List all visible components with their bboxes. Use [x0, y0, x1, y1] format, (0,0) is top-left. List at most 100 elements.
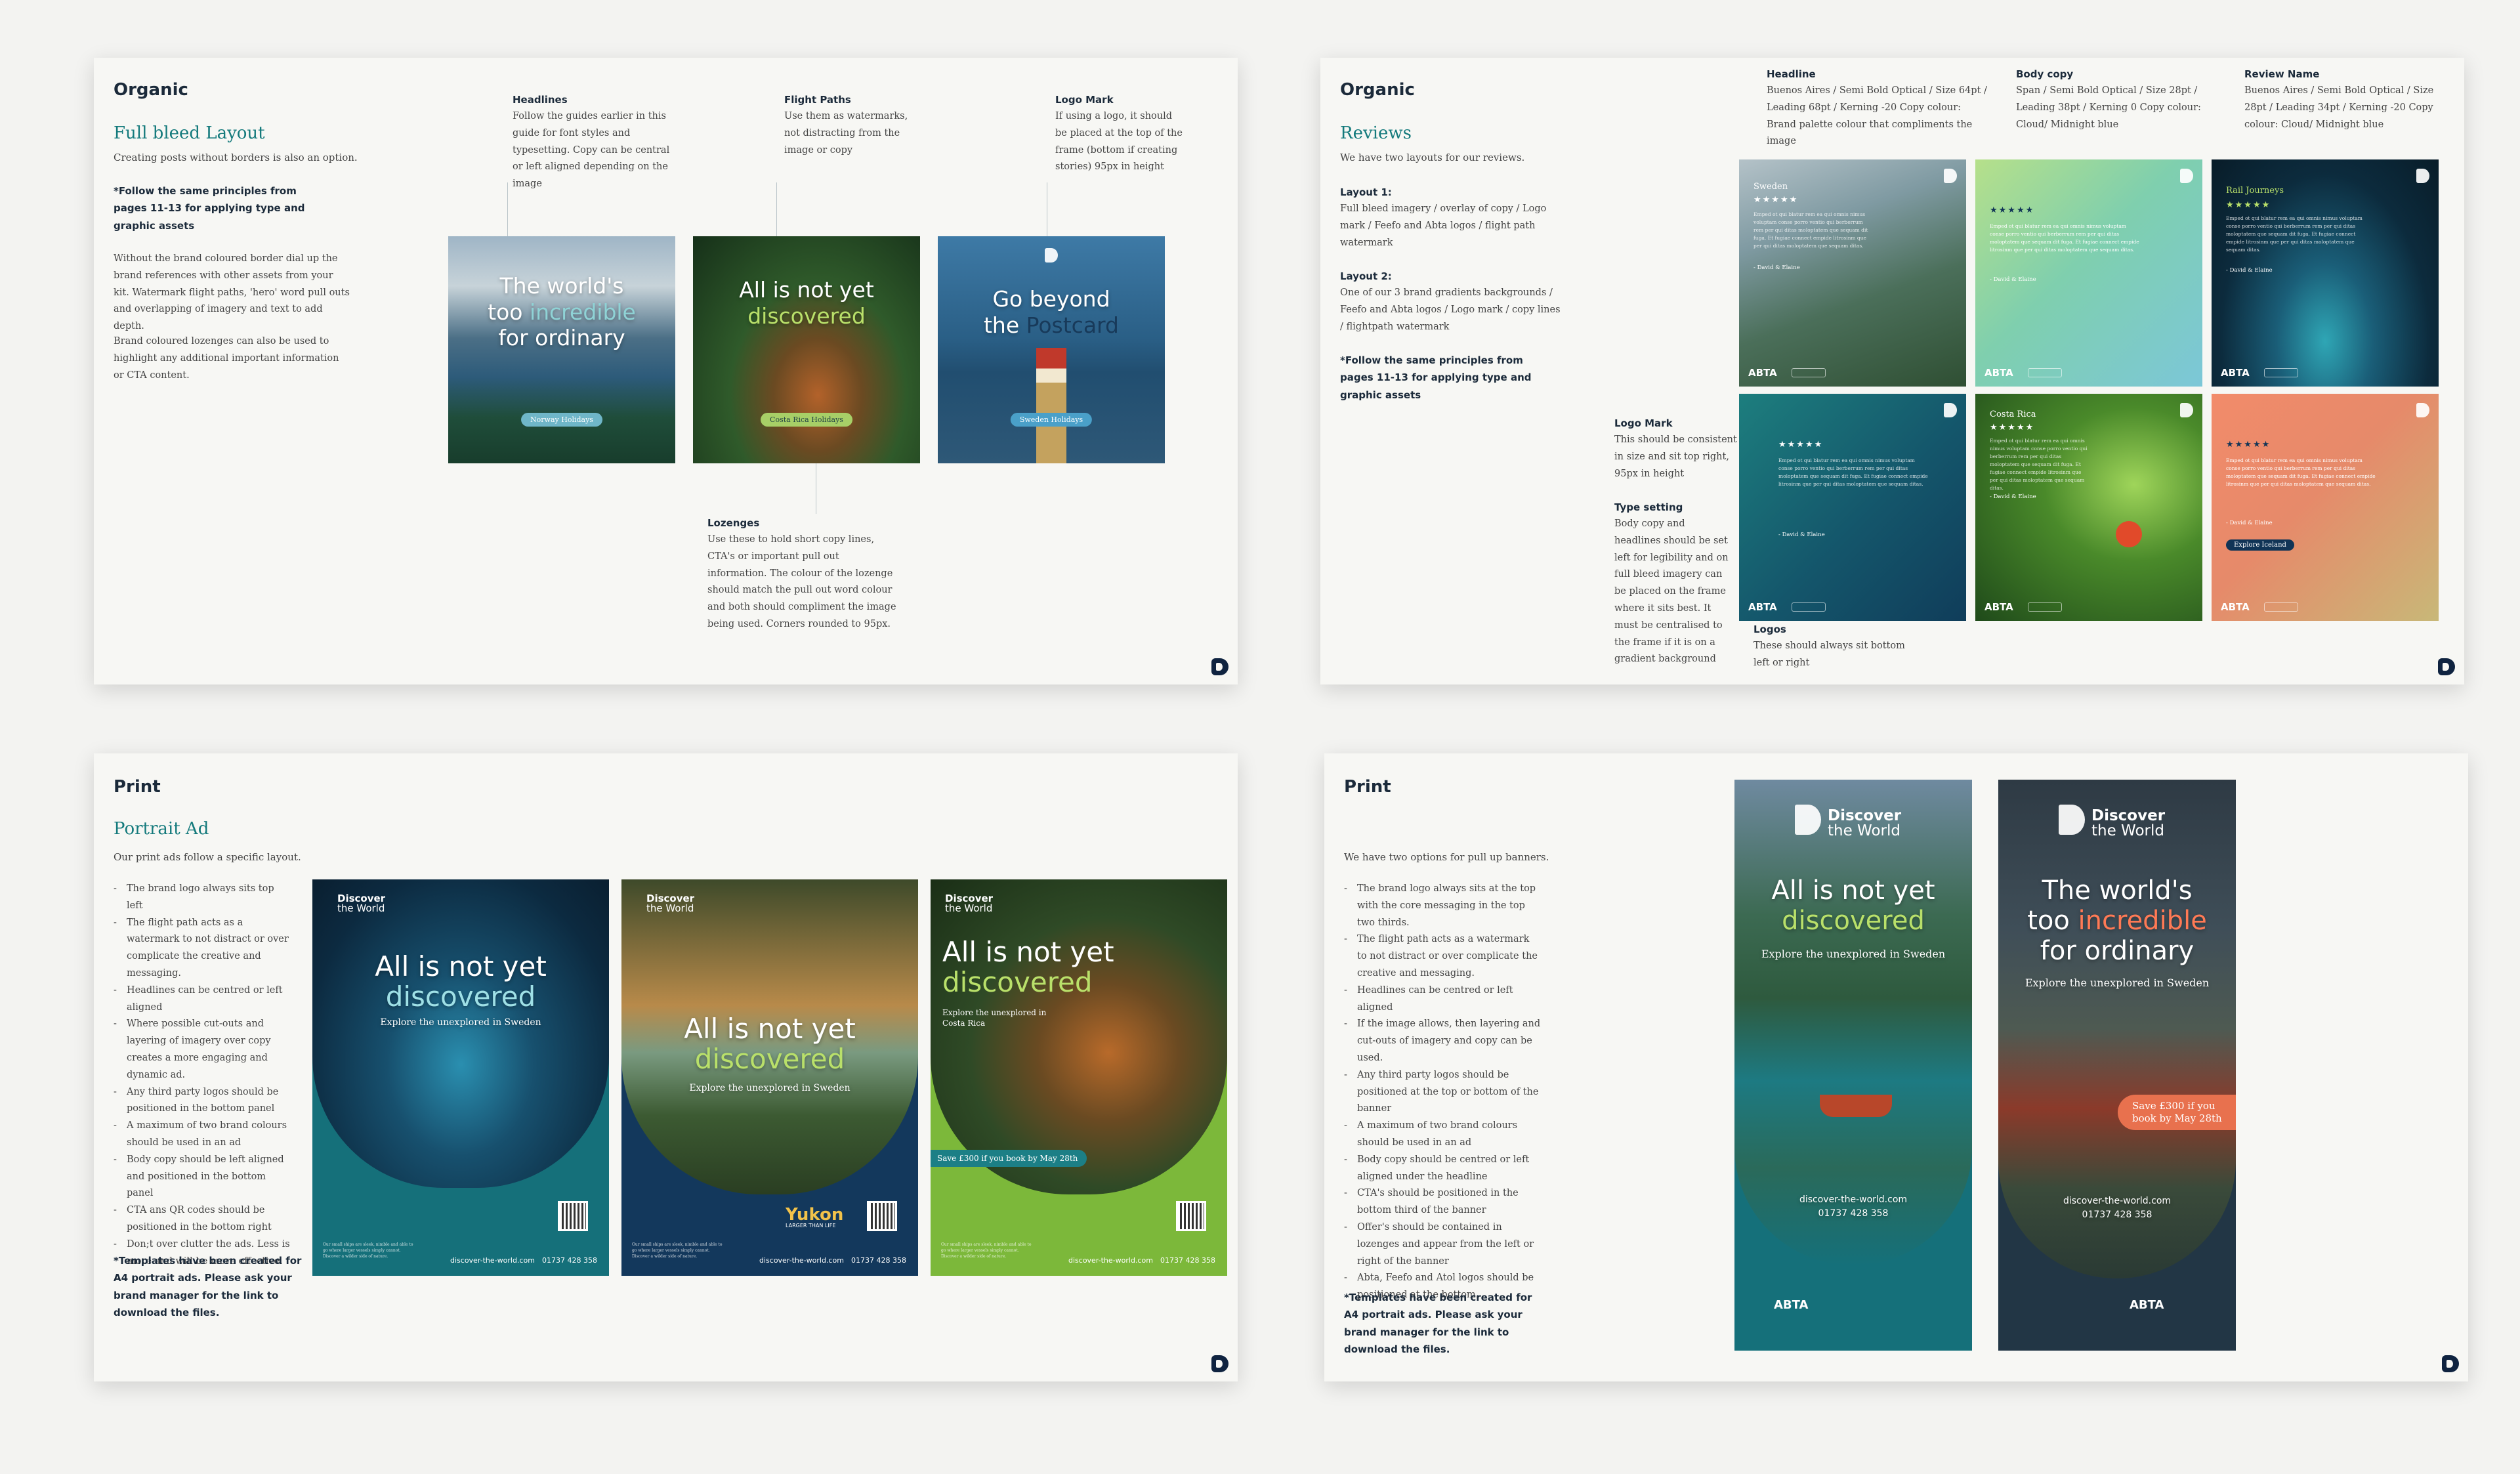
- text-line: discovered: [1782, 906, 1925, 936]
- section-label: Organic: [114, 80, 188, 100]
- page-print-portrait-ad: Print Portrait Ad Our print ads follow a…: [94, 753, 1238, 1381]
- print-ad-yukon: Discover the World All is not yet discove…: [621, 879, 918, 1276]
- text-line: Logos: [1754, 623, 1786, 635]
- text-line: discover-the-world.com: [450, 1256, 535, 1265]
- feefo-badge: [2028, 602, 2062, 612]
- annotation-flight-paths: Flight Paths Use them as watermarks, not…: [784, 94, 915, 159]
- banner-contact: discover-the-world.com 01737 428 358: [1998, 1194, 2236, 1222]
- intro-text: Our print ads follow a specific layout.: [114, 851, 301, 863]
- banner-contact: discover-the-world.com 01737 428 358: [1734, 1193, 1972, 1221]
- rating-stars: ★★★★★: [1754, 195, 1799, 205]
- text-line: Emped ot qui blatur rem ea qui omnis nim…: [1990, 223, 2139, 253]
- text-line: - David & Elaine: [1990, 494, 2036, 500]
- guidelines-list: The brand logo always sits top left The …: [114, 881, 292, 1270]
- social-tile-norway: The world's too incredible for ordinary …: [448, 236, 675, 463]
- banner-headline: All is not yet discovered: [1734, 875, 1972, 936]
- logo-mark-icon: [2059, 805, 2085, 835]
- text-line: LARGER THAN LIFE: [786, 1223, 836, 1229]
- page-print-banners: Print We have two options for pull up ba…: [1324, 753, 2468, 1381]
- ad-headline: All is not yet discovered: [621, 1013, 918, 1074]
- ad-footer: Our small ships are sleek, nimble and ab…: [312, 1236, 609, 1276]
- feefo-badge: [2264, 602, 2298, 612]
- tile-headline: The world's too incredible for ordinary: [448, 273, 675, 351]
- text-line: Postcard: [1026, 312, 1119, 338]
- text-line: Any third party logos should be position…: [114, 1084, 292, 1118]
- lighthouse-image: [1036, 348, 1066, 463]
- feefo-badge: [1792, 368, 1826, 377]
- section-label: Print: [114, 777, 161, 797]
- text-line: Body copy should be centred or left alig…: [1344, 1152, 1541, 1186]
- ad-subline: Explore the unexplored in Sweden: [380, 1017, 541, 1028]
- text-line: 01737 428 358: [1818, 1208, 1889, 1219]
- banner-subline: Explore the unexplored in Sweden: [1761, 948, 1946, 960]
- banner-headline: The world's too incredible for ordinary: [1998, 875, 2236, 966]
- text-line: Flight Paths: [784, 94, 851, 106]
- annotation-lozenges: Lozenges Use these to hold short copy li…: [707, 517, 898, 633]
- ad-hero-image: [312, 879, 609, 1188]
- brand-corner-logo-icon: [1211, 1355, 1228, 1372]
- review-card: Costa Rica ★★★★★ Emped ot qui blatur rem…: [1975, 394, 2202, 621]
- text-line: Review Name: [2244, 68, 2320, 80]
- abta-logo: ABTA: [2221, 367, 2250, 379]
- text-line: discovered: [747, 303, 866, 329]
- spec-headline: Headline Buenos Aires / Semi Bold Optica…: [1767, 68, 2003, 150]
- section-label: Organic: [1340, 80, 1415, 100]
- annotation-type-setting: Type setting Body copy and headlines sho…: [1614, 501, 1732, 668]
- text-line: Headlines: [513, 94, 568, 106]
- text-line: The brand logo always sits at the top wi…: [1344, 881, 1541, 931]
- text-line: incredible: [529, 299, 636, 325]
- rating-stars: ★★★★★: [1778, 440, 1824, 450]
- text-line: the World: [337, 902, 385, 914]
- brand-logo: Discover the World: [945, 894, 993, 914]
- abta-logo: ABTA: [1984, 601, 2013, 613]
- text-line: All is not yet: [739, 277, 874, 303]
- text-line: Headlines can be centred or left aligned: [114, 982, 292, 1017]
- text-line: 01737 428 358: [2082, 1210, 2152, 1220]
- text-line: Headline: [1767, 68, 1816, 80]
- ad-footer: Our small ships are sleek, nimble and ab…: [621, 1236, 918, 1276]
- spec-review-name: Review Name Buenos Aires / Semi Bold Opt…: [2244, 68, 2454, 133]
- feefo-badge: [1792, 602, 1826, 612]
- lozenge-norway: Norway Holidays: [521, 413, 602, 427]
- body-paragraph-2: Brand coloured lozenges can also be used…: [114, 336, 339, 381]
- text-line: Use them as watermarks, not distracting …: [784, 111, 908, 156]
- abta-logo: ABTA: [1774, 1298, 1809, 1312]
- text-line: Headlines can be centred or left aligned: [1344, 982, 1541, 1017]
- text-line: All is not yet: [1771, 875, 1935, 906]
- annotation-logos: Logos These should always sit bottom lef…: [1754, 623, 1911, 672]
- layout-1-text: Full bleed imagery / overlay of copy / L…: [1340, 203, 1547, 248]
- text-line: Go beyond: [992, 286, 1110, 312]
- page-organic-reviews: Organic Reviews We have two layouts for …: [1320, 58, 2464, 684]
- frog-image: [2116, 521, 2142, 547]
- feefo-badge: [2028, 368, 2062, 377]
- text-line: Logo Mark: [1055, 94, 1114, 106]
- text-line: All is not yet: [375, 950, 547, 982]
- text-line: The flight path acts as a watermark to n…: [114, 915, 292, 982]
- text-line: Follow the guides earlier in this guide …: [513, 111, 670, 190]
- logo-mark-icon: [2180, 403, 2193, 417]
- text-line: 01737 428 358: [542, 1256, 597, 1265]
- brand-logo: Discover the World: [2091, 809, 2165, 839]
- qr-code: [1176, 1201, 1206, 1231]
- rating-stars: ★★★★★: [1990, 205, 2035, 215]
- text-line: - David & Elaine: [1754, 264, 1800, 271]
- logo-mark-icon: [2180, 169, 2193, 183]
- intro-text: We have two options for pull up banners.: [1344, 851, 1549, 863]
- ad-footer: Our small ships are sleek, nimble and ab…: [931, 1236, 1227, 1276]
- text-line: Emped ot qui blatur rem ea qui omnis nim…: [2226, 457, 2376, 487]
- text-line: Body copy: [2016, 68, 2074, 80]
- text-line: Costa Rica: [1990, 410, 2036, 419]
- text-line: Emped ot qui blatur rem ea qui omnis nim…: [1990, 438, 2088, 491]
- review-card: ★★★★★ Emped ot qui blatur rem ea qui omn…: [2212, 394, 2439, 621]
- principles-note: *Follow the same principles from pages 1…: [114, 185, 305, 232]
- text-line: the World: [945, 902, 993, 914]
- intro-text: We have two layouts for our reviews.: [1340, 152, 1525, 163]
- text-line: for ordinary: [498, 325, 625, 351]
- text-line: The flight path acts as a watermark to n…: [1344, 931, 1541, 982]
- text-line: discover-the-world.com: [1068, 1256, 1153, 1265]
- text-line: Emped ot qui blatur rem ea qui omnis nim…: [1754, 211, 1868, 249]
- banner-hero-image: [1734, 780, 1972, 1265]
- text-line: Body copy should be left aligned and pos…: [114, 1152, 292, 1202]
- text-line: discover-the-world.com: [2063, 1196, 2172, 1206]
- brand-logo: Discover the World: [646, 894, 694, 914]
